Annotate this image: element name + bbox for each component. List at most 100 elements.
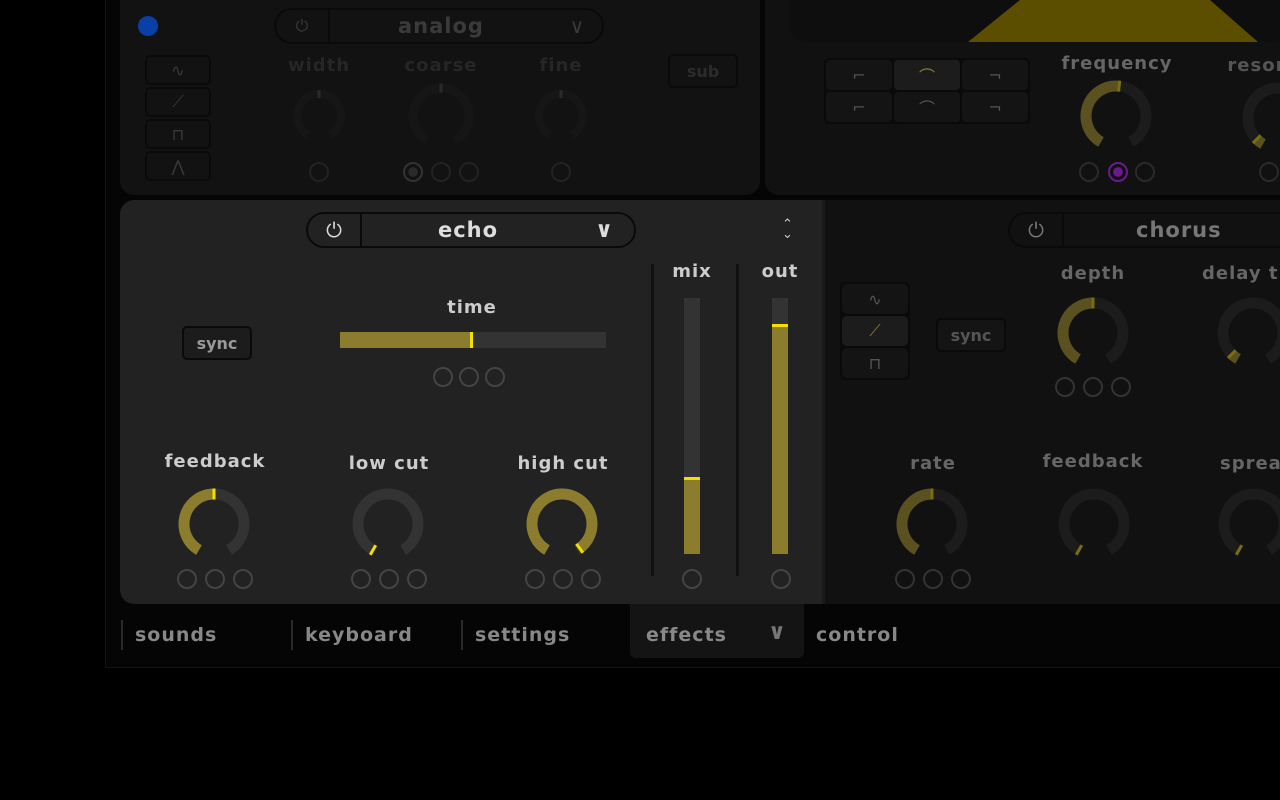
echo-name: echo [437,218,499,242]
mod-slot[interactable] [485,367,505,387]
knob-track [1218,488,1280,555]
delay-time-knob[interactable] [1212,292,1280,374]
width-knob[interactable] [289,86,349,146]
time-label: time [447,297,497,318]
mix-slider-fill [684,477,700,554]
sine-icon[interactable]: ∿ [842,284,908,314]
resonance-knob[interactable] [1237,77,1280,159]
highpass-2-icon[interactable]: ⌐ [962,92,1028,122]
knob-label: frequency [1061,53,1173,74]
spread-knob[interactable] [1213,483,1280,565]
knob-label: coarse [404,55,478,76]
knob-value-arc [896,488,933,555]
mod-slot[interactable] [233,569,253,589]
frequency-knob[interactable] [1075,75,1157,157]
bandpass-icon[interactable]: ⌒ [894,60,960,90]
triangle-icon[interactable]: ⋀ [145,151,211,181]
knob-value-arc [526,488,598,555]
knob-label: fine [539,55,583,76]
mod-slot[interactable] [1083,377,1103,397]
sync-button[interactable]: sync [936,318,1006,352]
mod-slot[interactable] [1079,162,1099,182]
mod-slot[interactable] [951,569,971,589]
mod-slot[interactable] [895,569,915,589]
mod-slot[interactable] [205,569,225,589]
saw-icon[interactable]: ⟋ [842,316,908,346]
knob-track [1242,82,1280,149]
chevron-down-icon[interactable]: ∨ [768,620,786,645]
mod-slot[interactable] [682,569,702,589]
low-cut-knob[interactable] [347,483,429,565]
mod-slot[interactable] [431,162,451,182]
chorus-feedback-knob[interactable] [1053,483,1135,565]
mod-slot[interactable] [379,569,399,589]
mod-slot[interactable] [403,162,423,182]
chevron-down-icon[interactable]: ∨ [552,14,602,38]
oscillator-type-select[interactable]: ⏻ analog ∨ [274,8,604,44]
mix-slider[interactable] [684,298,700,554]
knob-track [352,488,424,555]
tab-control[interactable]: control [804,620,899,650]
mod-slot[interactable] [459,367,479,387]
knob-label: width [287,55,351,76]
chorus-effect-select[interactable]: ⏻ chorus [1008,212,1280,248]
sine-icon[interactable]: ∿ [145,55,211,85]
mod-slot[interactable] [581,569,601,589]
power-icon[interactable]: ⏻ [308,214,362,246]
sub-button[interactable]: sub [668,54,738,88]
mod-slot[interactable] [1259,162,1279,182]
coarse-knob[interactable] [404,79,478,153]
echo-effect-select[interactable]: ⏻ echo ∨ [306,212,636,248]
reorder-icon[interactable]: ⌃ ⌄ [782,218,793,241]
mod-slot[interactable] [351,569,371,589]
knob-label: depth [1060,263,1126,284]
rate-knob[interactable] [891,483,973,565]
mod-slot[interactable] [433,367,453,387]
tab-sounds[interactable]: sounds [121,620,217,650]
oscillator-led[interactable] [138,16,158,36]
mod-slot[interactable] [1135,162,1155,182]
high-cut-knob[interactable] [521,483,603,565]
highpass-icon[interactable]: ⌐ [962,60,1028,90]
square-icon[interactable]: ⊓ [145,119,211,149]
chevron-down-icon[interactable]: ∨ [574,218,634,243]
power-icon[interactable]: ⏻ [1010,214,1064,246]
time-slider[interactable] [340,332,606,348]
tab-keyboard[interactable]: keyboard [291,620,413,650]
knob-track [535,90,587,139]
mod-slot[interactable] [551,162,571,182]
mod-slot[interactable] [1111,377,1131,397]
mod-slot[interactable] [407,569,427,589]
knob-value-arc [1057,297,1094,364]
oscillator-name: analog [398,14,484,38]
depth-knob[interactable] [1052,292,1134,374]
mod-slot[interactable] [177,569,197,589]
filter-type-grid: ⌐ ⌒ ⌐ ⌐ ⌒ ⌐ [824,58,1030,124]
knob-label: resona [1227,55,1280,76]
feedback-knob[interactable] [173,483,255,565]
mod-slot[interactable] [553,569,573,589]
knob-track [1217,297,1280,364]
chorus-name: chorus [1136,218,1222,242]
mod-slot[interactable] [923,569,943,589]
filter-response-graph [968,0,1258,42]
mod-slot[interactable] [309,162,329,182]
sync-button[interactable]: sync [182,326,252,360]
mod-slot[interactable] [459,162,479,182]
mod-slot[interactable] [1055,377,1075,397]
out-label: out [761,261,799,282]
lowpass-icon[interactable]: ⌐ [826,60,892,90]
lowpass-2-icon[interactable]: ⌐ [826,92,892,122]
mod-slot[interactable] [525,569,545,589]
saw-icon[interactable]: ⟋ [145,87,211,117]
power-icon[interactable]: ⏻ [276,10,330,42]
bandpass-2-icon[interactable]: ⌒ [894,92,960,122]
knob-label: delay tir [1202,263,1280,284]
square-icon[interactable]: ⊓ [842,348,908,378]
fine-knob[interactable] [531,86,591,146]
mod-slot[interactable] [771,569,791,589]
tab-effects[interactable]: effects [634,620,727,650]
out-slider[interactable] [772,298,788,554]
tab-settings[interactable]: settings [461,620,570,650]
mod-slot-active[interactable] [1108,162,1128,182]
